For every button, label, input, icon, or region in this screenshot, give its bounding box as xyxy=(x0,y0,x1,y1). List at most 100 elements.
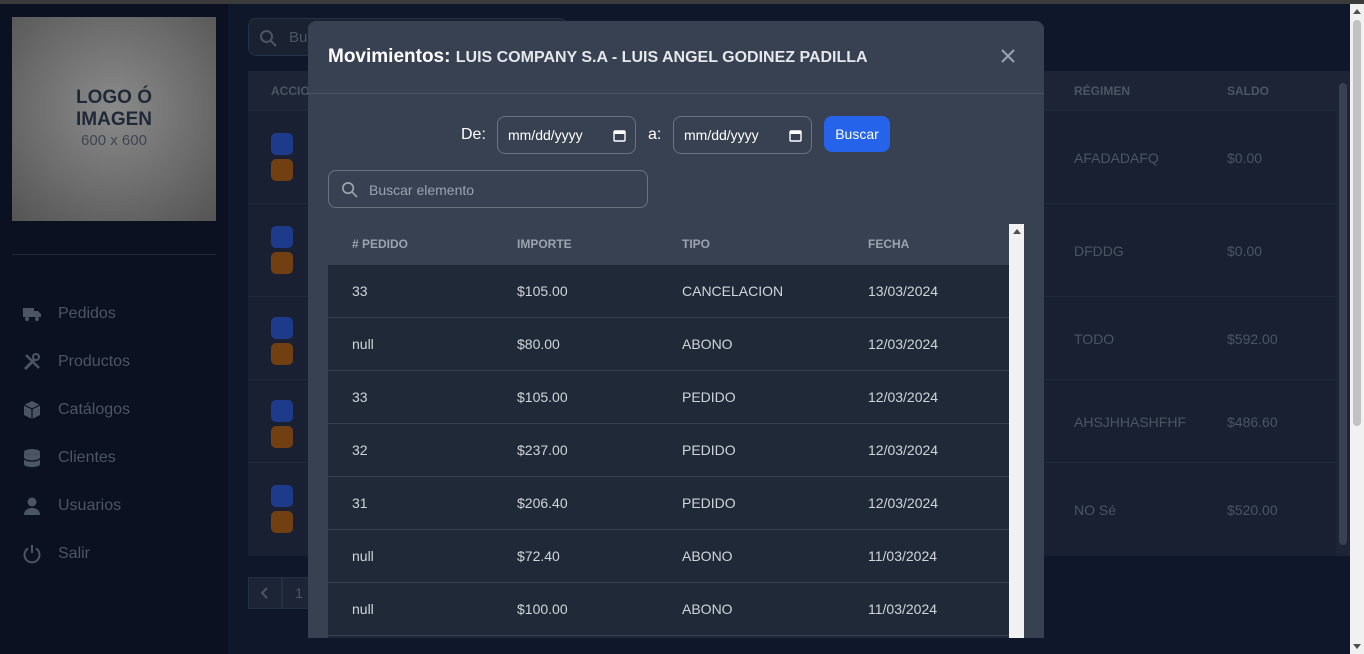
table-row: 31 $206.40 PEDIDO 12/03/2024 xyxy=(328,477,1009,530)
to-date-value: mm/dd/yyyy xyxy=(684,127,759,143)
header-saldo: SALDO xyxy=(1227,84,1269,98)
saldo-cell: $0.00 xyxy=(1227,243,1263,259)
table-scrollbar[interactable] xyxy=(1336,71,1350,556)
table-header: # PEDIDO IMPORTE TIPO FECHA xyxy=(328,224,1009,265)
window-scrollbar[interactable] xyxy=(1350,4,1364,654)
element-search-input[interactable]: Buscar elemento xyxy=(328,170,648,208)
fecha-cell: 12/03/2024 xyxy=(868,495,939,511)
modal-title: Movimientos: LUIS COMPANY S.A - LUIS ANG… xyxy=(328,46,868,68)
importe-cell: $100.00 xyxy=(517,601,568,617)
header-fecha: FECHA xyxy=(868,237,910,251)
sidebar-item-salir[interactable]: Salir xyxy=(0,530,228,578)
edit-button[interactable] xyxy=(271,317,293,339)
table-row: null $80.00 ABONO 12/03/2024 xyxy=(328,318,1009,371)
payment-button[interactable] xyxy=(271,159,293,181)
fecha-cell: 11/03/2024 xyxy=(868,548,938,564)
regimen-cell: TODO xyxy=(1074,331,1115,347)
pedido-cell: null xyxy=(352,601,374,617)
buscar-button[interactable]: Buscar xyxy=(824,116,890,152)
modal-header: Movimientos: LUIS COMPANY S.A - LUIS ANG… xyxy=(308,21,1044,94)
truck-icon xyxy=(22,304,42,324)
from-date-input[interactable]: mm/dd/yyyy xyxy=(497,116,636,154)
movimientos-table: # PEDIDO IMPORTE TIPO FECHA 33 $105.00 C… xyxy=(328,224,1009,638)
logo-line-1: LOGO Ó xyxy=(76,87,152,108)
movimientos-modal: Movimientos: LUIS COMPANY S.A - LUIS ANG… xyxy=(308,21,1044,638)
tools-icon xyxy=(22,352,42,372)
table-row: null $72.40 ABONO 11/03/2024 xyxy=(328,530,1009,583)
database-icon xyxy=(22,448,42,468)
edit-button[interactable] xyxy=(271,226,293,248)
table-row: 32 $237.00 PEDIDO 12/03/2024 xyxy=(328,424,1009,477)
regimen-cell: NO Sé xyxy=(1074,502,1117,518)
saldo-cell: $592.00 xyxy=(1227,331,1278,347)
scroll-up-arrow-icon[interactable] xyxy=(1353,9,1361,14)
table-row: 33 $105.00 CANCELACION 13/03/2024 xyxy=(328,265,1009,318)
payment-button[interactable] xyxy=(271,252,293,274)
edit-button[interactable] xyxy=(271,485,293,507)
chevron-left-icon xyxy=(260,587,268,599)
regimen-cell: AHSJHHASHFHF xyxy=(1074,414,1187,430)
payment-button[interactable] xyxy=(271,343,293,365)
sidebar-item-label: Salir xyxy=(58,545,91,562)
pedido-cell: 32 xyxy=(352,442,368,458)
scrollbar-thumb[interactable] xyxy=(1353,20,1361,426)
sidebar-item-label: Usuarios xyxy=(58,497,122,514)
pagination: 1 xyxy=(248,577,316,609)
payment-button[interactable] xyxy=(271,426,293,448)
fecha-cell: 12/03/2024 xyxy=(868,336,939,352)
pedido-cell: null xyxy=(352,336,374,352)
calendar-icon[interactable] xyxy=(789,129,802,142)
pagination-prev-button[interactable] xyxy=(248,577,282,609)
importe-cell: $105.00 xyxy=(517,389,568,405)
scroll-down-arrow-icon[interactable] xyxy=(1353,644,1361,649)
search-icon xyxy=(341,181,358,198)
user-icon xyxy=(22,496,42,516)
importe-cell: $206.40 xyxy=(517,495,568,511)
header-tipo: TIPO xyxy=(682,237,711,251)
header-pedido: # PEDIDO xyxy=(352,237,409,251)
saldo-cell: $486.60 xyxy=(1227,414,1278,430)
tipo-cell: PEDIDO xyxy=(682,495,736,511)
pedido-cell: 33 xyxy=(352,283,368,299)
edit-button[interactable] xyxy=(271,133,293,155)
fecha-cell: 13/03/2024 xyxy=(868,283,939,299)
modal-title-company: LUIS COMPANY S.A - LUIS ANGEL GODINEZ PA… xyxy=(455,49,868,66)
search-placeholder: Buscar elemento xyxy=(369,182,475,198)
pedido-cell: null xyxy=(352,548,374,564)
pedido-cell: 31 xyxy=(352,495,368,511)
calendar-icon[interactable] xyxy=(613,129,626,142)
importe-cell: $72.40 xyxy=(517,548,560,564)
modal-title-prefix: Movimientos: xyxy=(328,46,451,67)
from-date-value: mm/dd/yyyy xyxy=(508,127,583,143)
scrollbar-thumb[interactable] xyxy=(1339,83,1347,545)
fecha-cell: 11/03/2024 xyxy=(868,601,938,617)
close-button[interactable] xyxy=(998,46,1018,66)
sidebar-item-label: Pedidos xyxy=(58,305,116,322)
from-label: De: xyxy=(461,126,486,143)
box-icon xyxy=(22,400,42,420)
fecha-cell: 12/03/2024 xyxy=(868,442,939,458)
sidebar-nav: Pedidos Productos Catálogos Clientes Usu… xyxy=(0,290,228,578)
edit-button[interactable] xyxy=(271,400,293,422)
sidebar-item-clientes[interactable]: Clientes xyxy=(0,434,228,482)
table-scrollbar[interactable] xyxy=(1009,224,1024,638)
sidebar-item-pedidos[interactable]: Pedidos xyxy=(0,290,228,338)
payment-button[interactable] xyxy=(271,511,293,533)
power-icon xyxy=(22,544,42,564)
table-row: 33 $105.00 PEDIDO 12/03/2024 xyxy=(328,371,1009,424)
sidebar-divider xyxy=(12,254,216,255)
to-date-input[interactable]: mm/dd/yyyy xyxy=(673,116,812,154)
logo-placeholder: LOGO Ó IMAGEN 600 x 600 xyxy=(12,17,216,221)
sidebar-item-label: Clientes xyxy=(58,449,116,466)
date-filter: De: mm/dd/yyyy a: mm/dd/yyyy Buscar xyxy=(308,116,1044,154)
logo-line-2: IMAGEN xyxy=(76,109,152,130)
search-icon xyxy=(259,29,277,47)
scroll-up-arrow-icon[interactable] xyxy=(1013,229,1021,234)
sidebar-item-usuarios[interactable]: Usuarios xyxy=(0,482,228,530)
sidebar-item-productos[interactable]: Productos xyxy=(0,338,228,386)
sidebar-item-catalogos[interactable]: Catálogos xyxy=(0,386,228,434)
tipo-cell: CANCELACION xyxy=(682,283,784,299)
regimen-cell: DFDDG xyxy=(1074,243,1124,259)
pedido-cell: 33 xyxy=(352,389,368,405)
header-importe: IMPORTE xyxy=(517,237,572,251)
